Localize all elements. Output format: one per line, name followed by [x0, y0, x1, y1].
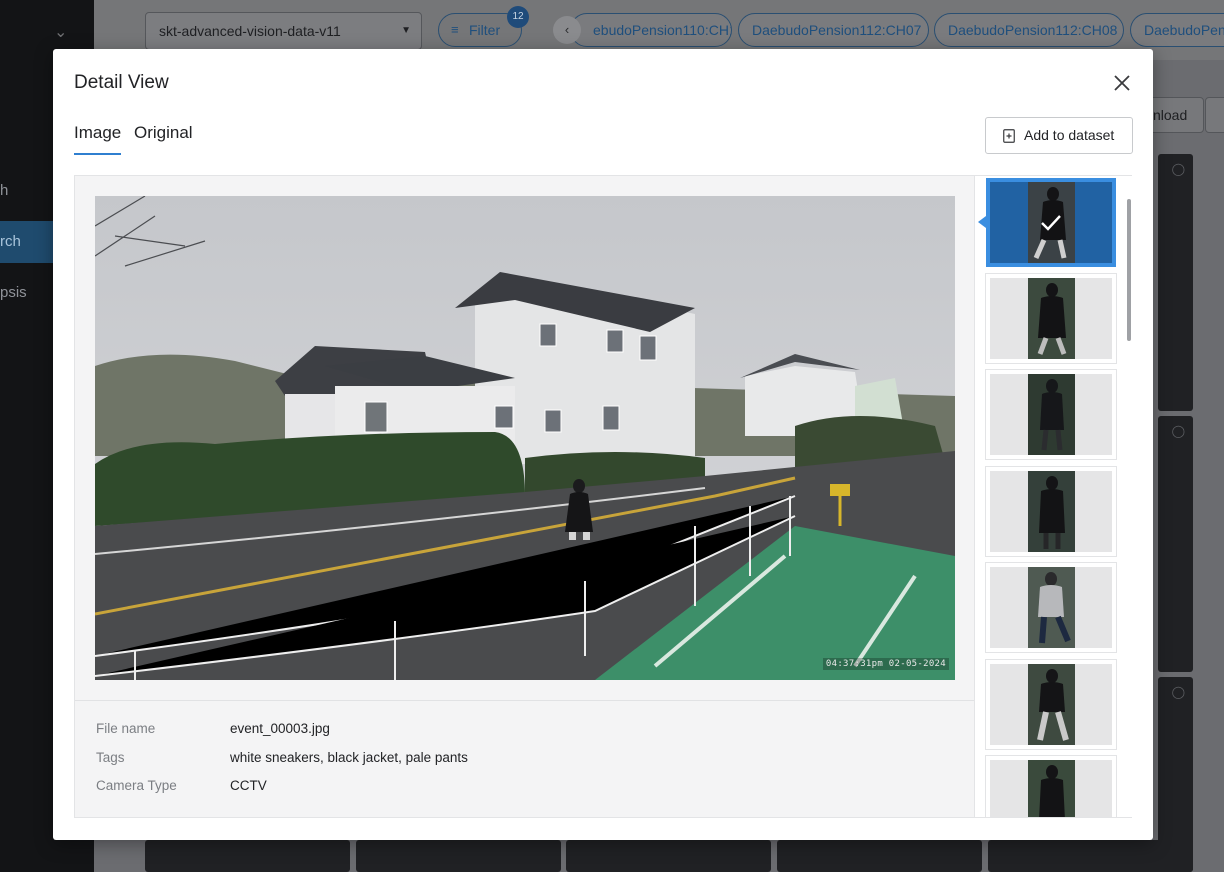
result-card[interactable]: ◯	[1158, 416, 1193, 672]
sidebar-item-label: psis	[0, 284, 27, 301]
meta-divider	[75, 700, 974, 701]
dataset-select[interactable]: skt-advanced-vision-data-v11 ▼	[145, 12, 422, 50]
event-image: 04:37:31pm 02-05-2024	[95, 196, 955, 680]
chip-label: DaebudoPen	[1144, 22, 1224, 38]
result-card[interactable]	[988, 840, 1193, 872]
dataset-select-value: skt-advanced-vision-data-v11	[159, 23, 341, 39]
person-search-icon: ◯	[1171, 424, 1185, 438]
selected-pointer-icon	[978, 216, 986, 228]
person-crop	[1028, 471, 1075, 552]
add-file-icon	[1003, 129, 1015, 143]
filter-label: Filter	[469, 22, 501, 38]
chip-label: ebudoPension110:CH11	[593, 22, 732, 38]
thumbnail-scrollbar[interactable]	[1127, 199, 1131, 341]
thumbnail[interactable]	[986, 467, 1116, 556]
camera-chip[interactable]: ebudoPension110:CH11	[570, 13, 732, 47]
result-card[interactable]	[777, 840, 982, 872]
chip-label: DaebudoPension112:CH08	[948, 22, 1118, 38]
image-timestamp: 04:37:31pm 02-05-2024	[822, 658, 949, 670]
image-viewer: 04:37:31pm 02-05-2024 File name event_00…	[74, 175, 1132, 818]
add-to-dataset-button[interactable]: Add to dataset	[985, 117, 1133, 154]
camera-chip[interactable]: DaebudoPension112:CH07	[738, 13, 929, 47]
caret-down-icon: ▼	[401, 25, 411, 36]
camera-chip[interactable]: DaebudoPension112:CH08	[934, 13, 1124, 47]
filter-button[interactable]: ≡ Filter 12	[438, 6, 529, 47]
person-crop	[1028, 760, 1075, 817]
person-crop	[1028, 374, 1075, 455]
meta-label: Camera Type	[96, 778, 177, 793]
thumbnail[interactable]	[986, 370, 1116, 459]
meta-value: event_00003.jpg	[230, 721, 330, 736]
sliders-icon: ≡	[451, 22, 459, 37]
chip-label: DaebudoPension112:CH07	[752, 22, 922, 38]
tab-original[interactable]: Original	[134, 123, 193, 143]
cctv-scene-illustration	[95, 196, 955, 680]
thumbnail[interactable]	[986, 756, 1116, 817]
more-button[interactable]	[1205, 97, 1224, 133]
camera-chip[interactable]: DaebudoPen	[1130, 13, 1224, 47]
person-crop	[1028, 664, 1075, 745]
tab-image[interactable]: Image	[74, 123, 122, 155]
result-card[interactable]	[145, 840, 350, 872]
thumbnail[interactable]	[986, 660, 1116, 749]
detail-view-modal: Detail View Image Original Add to datase…	[53, 49, 1153, 840]
filter-count-badge: 12	[507, 6, 529, 28]
thumbnail-selected[interactable]	[986, 178, 1116, 267]
result-card[interactable]	[566, 840, 771, 872]
thumbnail-strip[interactable]	[974, 176, 1132, 817]
close-button[interactable]	[1110, 71, 1134, 95]
person-crop	[1028, 567, 1075, 648]
add-to-dataset-label: Add to dataset	[1024, 127, 1115, 143]
result-card[interactable]	[356, 840, 561, 872]
check-icon	[1041, 214, 1061, 231]
meta-label: File name	[96, 721, 156, 736]
person-search-icon: ◯	[1171, 162, 1185, 176]
result-card[interactable]: ◯	[1158, 154, 1193, 411]
meta-value: white sneakers, black jacket, pale pants	[230, 750, 468, 765]
person-crop	[1028, 278, 1075, 359]
close-icon	[1114, 75, 1130, 91]
modal-title: Detail View	[74, 72, 169, 93]
chevron-down-icon[interactable]: ⌄	[54, 22, 67, 42]
thumbnail[interactable]	[986, 563, 1116, 652]
thumbnail[interactable]	[986, 274, 1116, 363]
download-label: nload	[1153, 107, 1188, 123]
chevron-left-icon[interactable]: ‹	[553, 16, 581, 44]
sidebar-item-label: h	[0, 182, 9, 199]
sidebar-item-label: rch	[0, 233, 21, 250]
person-search-icon: ◯	[1171, 685, 1185, 699]
meta-value: CCTV	[230, 778, 267, 793]
meta-label: Tags	[96, 750, 125, 765]
